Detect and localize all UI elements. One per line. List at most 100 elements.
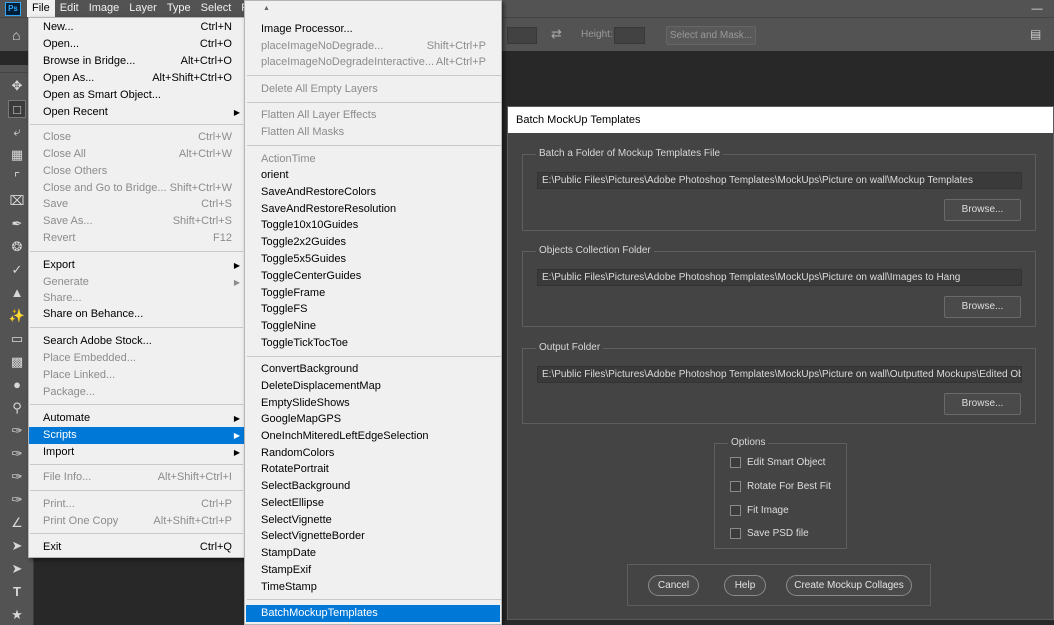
script-rotate-portrait[interactable]: RotatePortrait [246,461,500,478]
type-tool-icon[interactable]: T [8,583,26,601]
templates-browse-button[interactable]: Browse... [944,199,1021,221]
menu-type[interactable]: Type [162,0,196,17]
menu-item-share-on-behance[interactable]: Share on Behance... [29,306,244,323]
script-place-image-no-degrade-interactive[interactable]: placeImageNoDegradeInteractive... Alt+Ctr… [246,54,500,71]
script-empty-slide-shows[interactable]: EmptySlideShows [246,395,500,412]
menu-item-automate[interactable]: Automate ▶ [29,410,244,427]
direct-selection-tool-icon[interactable]: ➤ [8,560,26,578]
menu-item-print-one-copy[interactable]: Print One Copy Alt+Shift+Ctrl+P [29,513,244,530]
script-save-and-restore-colors[interactable]: SaveAndRestoreColors [246,184,500,201]
edit-smart-object-option[interactable]: Edit Smart Object [730,455,825,469]
lasso-tool-icon[interactable]: ⤶ [8,123,26,141]
menu-item-exit[interactable]: Exit Ctrl+Q [29,539,244,556]
save-psd-option[interactable]: Save PSD file [730,526,809,540]
menu-item-import[interactable]: Import ▶ [29,444,244,461]
menu-item-save[interactable]: Save Ctrl+S [29,196,244,213]
script-random-colors[interactable]: RandomColors [246,445,500,462]
crop-tool-icon[interactable]: ⌜ [8,169,26,187]
menu-item-file-info[interactable]: File Info... Alt+Shift+Ctrl+I [29,469,244,486]
menu-item-close[interactable]: Close Ctrl+W [29,129,244,146]
scroll-up-icon[interactable]: ▲ [263,5,270,12]
script-toggle-5x5-guides[interactable]: Toggle5x5Guides [246,251,500,268]
script-toggle-frame[interactable]: ToggleFrame [246,285,500,302]
script-batch-mockup-templates[interactable]: BatchMockupTemplates [246,605,500,622]
move-tool-icon[interactable]: ✥ [8,77,26,95]
help-button[interactable]: Help [724,575,766,596]
script-toggle-tick-toc-toe[interactable]: ToggleTickTocToe [246,335,500,352]
script-google-map-gps[interactable]: GoogleMapGPS [246,411,500,428]
menu-item-open-as[interactable]: Open As... Alt+Shift+Ctrl+O [29,70,244,87]
swap-icon[interactable]: ⇄ [551,26,562,42]
script-select-vignette[interactable]: SelectVignette [246,512,500,529]
menu-item-close-others[interactable]: Close Others [29,163,244,180]
select-and-mask-button[interactable]: Select and Mask... [666,26,756,45]
script-save-and-restore-resolution[interactable]: SaveAndRestoreResolution [246,201,500,218]
save-psd-checkbox[interactable] [730,527,741,539]
fit-image-option[interactable]: Fit Image [730,503,789,517]
frame-tool-icon[interactable]: ⌧ [8,192,26,210]
marquee-tool-icon[interactable]: □ [8,100,26,118]
script-toggle-10x10-guides[interactable]: Toggle10x10Guides [246,217,500,234]
menu-item-search-adobe-stock[interactable]: Search Adobe Stock... [29,333,244,350]
script-time-stamp[interactable]: TimeStamp [246,579,500,596]
path-selection-tool-icon[interactable]: ➤ [8,537,26,555]
script-toggle-nine[interactable]: ToggleNine [246,318,500,335]
script-orient[interactable]: orient [246,167,500,184]
script-one-inch-mitered-left-edge-selection[interactable]: OneInchMiteredLeftEdgeSelection [246,428,500,445]
eraser-tool-icon[interactable]: ▭ [8,330,26,348]
menu-edit[interactable]: Edit [55,0,84,17]
history-brush-tool-icon[interactable]: ✨ [8,307,26,325]
menu-item-package[interactable]: Package... [29,384,244,401]
eyedropper-tool-icon[interactable]: ✒ [8,215,26,233]
freeform-pen-tool-icon[interactable]: ✑ [8,445,26,463]
script-delete-displacement-map[interactable]: DeleteDisplacementMap [246,378,500,395]
output-path-field[interactable]: E:\Public Files\Pictures\Adobe Photoshop… [537,366,1022,383]
clone-stamp-tool-icon[interactable]: ▲ [8,284,26,302]
menu-item-place-embedded[interactable]: Place Embedded... [29,350,244,367]
menu-item-new[interactable]: New... Ctrl+N [29,19,244,36]
menu-item-open-recent[interactable]: Open Recent ▶ [29,104,244,121]
menu-item-open-as-smart-object[interactable]: Open as Smart Object... [29,87,244,104]
output-browse-button[interactable]: Browse... [944,393,1021,415]
fit-image-checkbox[interactable] [730,504,741,516]
menu-item-open[interactable]: Open... Ctrl+O [29,36,244,53]
script-flatten-all-layer-effects[interactable]: Flatten All Layer Effects [246,107,500,124]
objects-path-field[interactable]: E:\Public Files\Pictures\Adobe Photoshop… [537,269,1022,286]
healing-brush-tool-icon[interactable]: ❂ [8,238,26,256]
menu-item-export[interactable]: Export ▶ [29,257,244,274]
convert-point-tool-icon[interactable]: ∠ [8,514,26,532]
menu-select[interactable]: Select [196,0,237,17]
menu-item-scripts[interactable]: Scripts ▶ [29,427,244,444]
brush-tool-icon[interactable]: ✓ [8,261,26,279]
gradient-tool-icon[interactable]: ▩ [8,353,26,371]
menu-item-browse-in-bridge[interactable]: Browse in Bridge... Alt+Ctrl+O [29,53,244,70]
rotate-best-fit-checkbox[interactable] [730,480,741,492]
rotate-best-fit-option[interactable]: Rotate For Best Fit [730,479,831,493]
curvature-pen-tool-icon[interactable]: ✑ [8,468,26,486]
blur-tool-icon[interactable]: ● [8,376,26,394]
menu-item-revert[interactable]: Revert F12 [29,230,244,247]
panel-toggle-icon[interactable]: ▤ [1030,27,1041,41]
script-place-image-no-degrade[interactable]: placeImageNoDegrade... Shift+Ctrl+P [246,38,500,55]
minimize-icon[interactable]: — [1020,3,1054,15]
menu-item-share[interactable]: Share... [29,290,244,307]
script-toggle-fs[interactable]: ToggleFS [246,301,500,318]
script-delete-all-empty-layers[interactable]: Delete All Empty Layers [246,81,500,98]
menu-file[interactable]: File [27,0,55,17]
templates-path-field[interactable]: E:\Public Files\Pictures\Adobe Photoshop… [537,172,1022,189]
script-flatten-all-masks[interactable]: Flatten All Masks [246,124,500,141]
menu-layer[interactable]: Layer [124,0,162,17]
script-toggle-2x2-guides[interactable]: Toggle2x2Guides [246,234,500,251]
menu-item-print[interactable]: Print... Ctrl+P [29,496,244,513]
shape-tool-icon[interactable]: ★ [8,606,26,624]
height-field[interactable] [614,27,645,44]
dodge-tool-icon[interactable]: ⚲ [8,399,26,417]
width-field[interactable] [507,27,537,44]
script-convert-background[interactable]: ConvertBackground [246,361,500,378]
cancel-button[interactable]: Cancel [648,575,699,596]
menu-item-close-all[interactable]: Close All Alt+Ctrl+W [29,146,244,163]
objects-browse-button[interactable]: Browse... [944,296,1021,318]
script-select-ellipse[interactable]: SelectEllipse [246,495,500,512]
script-stamp-date[interactable]: StampDate [246,545,500,562]
menu-image[interactable]: Image [84,0,125,17]
